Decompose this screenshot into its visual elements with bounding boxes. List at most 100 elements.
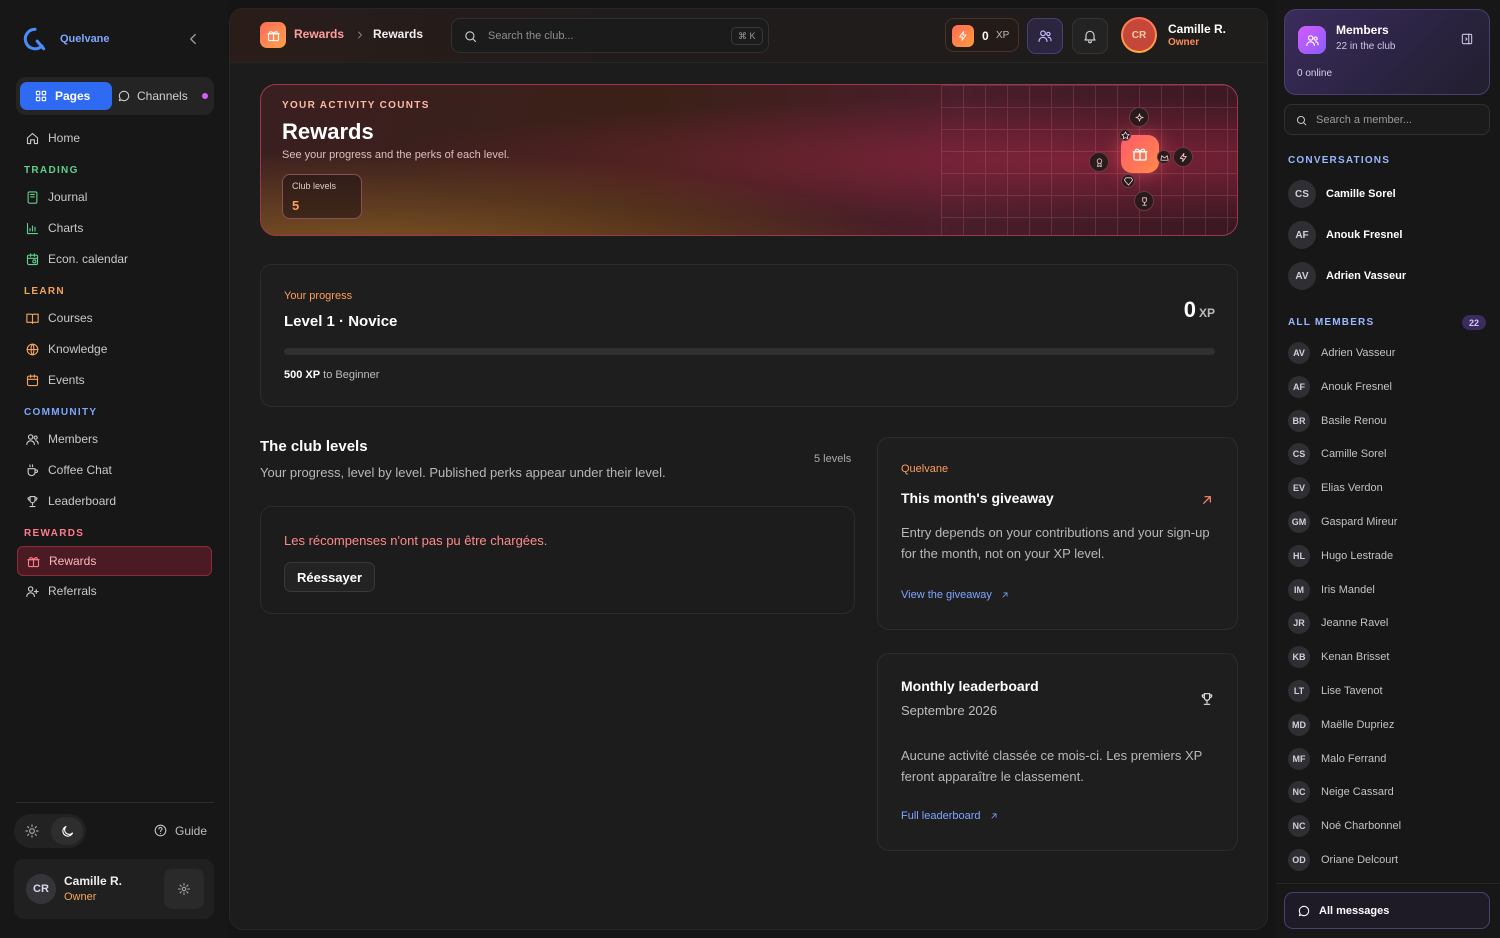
conversation-name: Adrien Vasseur — [1326, 270, 1407, 282]
member-list-item[interactable]: EV Elias Verdon — [1288, 476, 1488, 500]
collapse-sidebar-icon[interactable] — [184, 30, 202, 48]
breadcrumb-parent[interactable]: Rewards — [294, 27, 344, 41]
avatar: IM — [1288, 578, 1310, 601]
member-name: Malo Ferrand — [1321, 752, 1387, 765]
all-messages-button[interactable]: All messages — [1284, 892, 1490, 929]
sidebar-item-courses[interactable]: Courses — [17, 303, 212, 333]
sidebar-item-leaderboard[interactable]: Leaderboard — [17, 486, 212, 516]
sidebar-item-charts[interactable]: Charts — [17, 213, 212, 243]
member-list-item[interactable]: IM Iris Mandel — [1288, 578, 1488, 602]
user-card[interactable]: CR Camille R. Owner — [14, 859, 214, 919]
member-list-item[interactable]: AF Anouk Fresnel — [1288, 375, 1488, 399]
channels-tab[interactable]: Channels — [114, 82, 210, 110]
view-giveaway-link[interactable]: View the giveaway — [901, 589, 1010, 601]
xp-badge[interactable]: 0 XP — [945, 18, 1019, 52]
members-panel-button[interactable] — [1027, 18, 1063, 54]
levels-subtitle: Your progress, level by level. Published… — [260, 465, 666, 480]
sidebar-item-members[interactable]: Members — [17, 424, 212, 454]
chat-bubble-icon — [1297, 904, 1311, 918]
sidebar-item-label: Referrals — [48, 584, 97, 598]
conversation-item[interactable]: AV Adrien Vasseur — [1288, 261, 1488, 291]
user-name[interactable]: Camille R. — [1168, 22, 1226, 36]
avatar: OD — [1288, 849, 1310, 871]
pages-tab[interactable]: Pages — [20, 82, 112, 110]
sidebar-item-rewards[interactable]: Rewards — [17, 546, 212, 576]
sidebar-item-label: Members — [48, 432, 99, 446]
member-list-item[interactable]: GM Gaspard Mireur — [1288, 510, 1488, 534]
theme-toggle[interactable] — [14, 814, 86, 848]
avatar[interactable]: CR — [1121, 17, 1157, 53]
levels-title: The club levels — [260, 438, 368, 455]
sidebar-item-home[interactable]: Home — [17, 123, 212, 153]
all-members-heading: ALL MEMBERS — [1288, 317, 1375, 328]
settings-button[interactable] — [164, 869, 204, 909]
avatar: KB — [1288, 646, 1310, 669]
giveaway-title: This month's giveaway — [901, 490, 1054, 506]
moon-icon — [60, 824, 75, 839]
hero-subtitle: See your progress and the perks of each … — [282, 149, 510, 161]
chart-icon — [25, 221, 40, 236]
member-list-item[interactable]: KB Kenan Brisset — [1288, 645, 1488, 669]
sidebar-item-referrals[interactable]: Referrals — [17, 576, 212, 606]
conversation-name: Anouk Fresnel — [1326, 229, 1403, 241]
member-search-input[interactable]: Search a member... — [1284, 104, 1490, 135]
sidebar-mode-switch: Pages Channels — [16, 77, 214, 115]
member-list-item[interactable]: HL Hugo Lestrade — [1288, 544, 1488, 568]
member-list-item[interactable]: OD Oriane Delcourt — [1288, 848, 1488, 872]
member-list-item[interactable]: JR Jeanne Ravel — [1288, 611, 1488, 635]
lightning-icon — [1178, 152, 1189, 163]
section-rewards: REWARDS — [24, 528, 85, 539]
member-list-item[interactable]: NC Neige Cassard — [1288, 780, 1488, 804]
star-icon — [1120, 130, 1131, 141]
member-list-item[interactable]: AV Adrien Vasseur — [1288, 341, 1488, 365]
all-members-count: 22 — [1462, 315, 1486, 330]
arrow-up-right-icon[interactable] — [1199, 492, 1215, 508]
panel-collapse-icon[interactable] — [1460, 32, 1474, 46]
member-name: Neige Cassard — [1321, 786, 1394, 799]
member-list-item[interactable]: MF Malo Ferrand — [1288, 747, 1488, 771]
member-name: Anouk Fresnel — [1321, 380, 1392, 393]
avatar: CR — [26, 874, 56, 904]
avatar: JR — [1288, 612, 1310, 635]
notifications-button[interactable] — [1072, 18, 1108, 54]
brand-name: Quelvane — [60, 33, 110, 45]
member-name: Gaspard Mireur — [1321, 516, 1398, 528]
member-list-item[interactable]: MD Maëlle Dupriez — [1288, 713, 1488, 737]
bolt-icon — [952, 25, 974, 47]
medal-icon — [1094, 157, 1105, 168]
conversation-item[interactable]: CS Camille Sorel — [1288, 179, 1488, 209]
sidebar-item-journal[interactable]: Journal — [17, 182, 212, 212]
retry-button[interactable]: Réessayer — [284, 562, 376, 592]
sun-icon[interactable] — [24, 823, 40, 839]
sidebar-item-econ-calendar[interactable]: Econ. calendar — [17, 244, 212, 274]
stat-value: 5 — [292, 198, 300, 213]
help-circle-icon — [153, 823, 168, 838]
brand[interactable]: Quelvane — [22, 26, 110, 52]
levels-count: 5 levels — [814, 453, 852, 465]
member-list-item[interactable]: BR Basile Renou — [1288, 409, 1488, 433]
next-level-text: to Beginner — [323, 369, 380, 381]
guide-link[interactable]: Guide — [153, 823, 207, 838]
sidebar-item-events[interactable]: Events — [17, 365, 212, 395]
page-title: Rewards — [282, 119, 374, 144]
full-leaderboard-link[interactable]: Full leaderboard — [901, 810, 999, 822]
member-list-item[interactable]: LT Lise Tavenot — [1288, 679, 1488, 703]
guide-label: Guide — [175, 823, 208, 838]
avatar: MF — [1288, 747, 1310, 770]
conversation-item[interactable]: AF Anouk Fresnel — [1288, 220, 1488, 250]
levels-error-card: Les récompenses n'ont pas pu être chargé… — [260, 506, 855, 614]
search-input[interactable]: Search the club... ⌘ K — [451, 18, 769, 53]
section-community: COMMUNITY — [24, 407, 98, 418]
sidebar-item-knowledge[interactable]: Knowledge — [17, 334, 212, 364]
link-label: Full leaderboard — [901, 810, 981, 822]
member-name: Elias Verdon — [1321, 482, 1383, 495]
member-list-item[interactable]: NC Noé Charbonnel — [1288, 814, 1488, 838]
avatar: LT — [1288, 680, 1310, 702]
sidebar-item-label: Knowledge — [48, 342, 108, 356]
member-list-item[interactable]: CS Camille Sorel — [1288, 442, 1488, 466]
sidebar-item-coffee-chat[interactable]: Coffee Chat — [17, 455, 212, 485]
sidebar: Quelvane Pages Channels Home TRADING Jou… — [0, 0, 228, 938]
dark-mode-button[interactable] — [51, 817, 83, 845]
gear-icon — [177, 882, 191, 896]
sidebar-item-label: Coffee Chat — [48, 463, 112, 477]
